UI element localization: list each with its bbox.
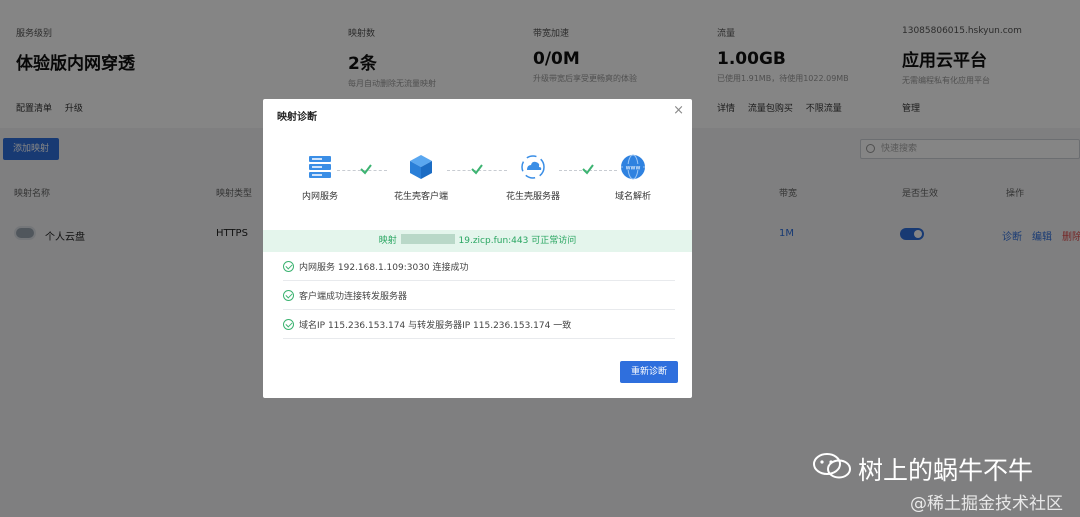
success-check-icon xyxy=(283,261,294,272)
step-dns: www 域名解析 xyxy=(593,154,673,202)
cloud-sync-icon xyxy=(521,155,545,179)
cube-icon xyxy=(410,155,432,179)
check-item: 内网服务 192.168.1.109:3030 连接成功 xyxy=(283,252,675,281)
step-server: 花生壳服务器 xyxy=(493,154,573,202)
step-internal-service: 内网服务 xyxy=(280,154,360,202)
success-check-icon xyxy=(283,290,294,301)
close-icon[interactable]: × xyxy=(673,103,684,118)
www-globe-icon: www xyxy=(621,154,645,180)
server-icon xyxy=(309,156,331,178)
check-text: 客户端成功连接转发服务器 xyxy=(299,292,408,302)
dialog-title: 映射诊断 xyxy=(277,112,317,123)
check-item: 域名IP 115.236.153.174 与转发服务器IP 115.236.15… xyxy=(283,310,675,339)
check-text: 域名IP 115.236.153.174 与转发服务器IP 115.236.15… xyxy=(299,321,572,331)
check-icon xyxy=(360,164,372,175)
step-label: 内网服务 xyxy=(301,192,338,202)
check-text: 内网服务 192.168.1.109:3030 连接成功 xyxy=(299,263,469,273)
step-label: 花生壳客户端 xyxy=(393,192,448,202)
watermark-title: 树上的蜗牛不牛 xyxy=(858,456,1034,485)
diagnose-steps: 内网服务 花生壳客户端 花生壳服务器 www 域名解析 xyxy=(263,154,692,214)
step-client: 花生壳客户端 xyxy=(381,154,461,202)
banner-suffix: 19.zicp.fun:443 可正常访问 xyxy=(458,236,577,246)
banner-prefix: 映射 xyxy=(378,236,397,246)
step-label: 域名解析 xyxy=(614,192,651,202)
masked-domain xyxy=(400,234,455,244)
diagnose-dialog: 映射诊断 × 内网服务 花生壳客户端 花生壳服务器 www 域名解析 映射 19… xyxy=(263,99,692,398)
wechat-icon xyxy=(813,453,851,479)
status-banner: 映射 19.zicp.fun:443 可正常访问 xyxy=(263,230,692,252)
rediagnose-button[interactable]: 重新诊断 xyxy=(620,361,678,383)
watermark-sub: @稀土掘金技术社区 xyxy=(910,494,1063,514)
check-icon xyxy=(471,164,483,175)
step-label: 花生壳服务器 xyxy=(505,192,560,202)
check-item: 客户端成功连接转发服务器 xyxy=(283,281,675,310)
svg-text:www: www xyxy=(626,165,641,172)
success-check-icon xyxy=(283,319,294,330)
